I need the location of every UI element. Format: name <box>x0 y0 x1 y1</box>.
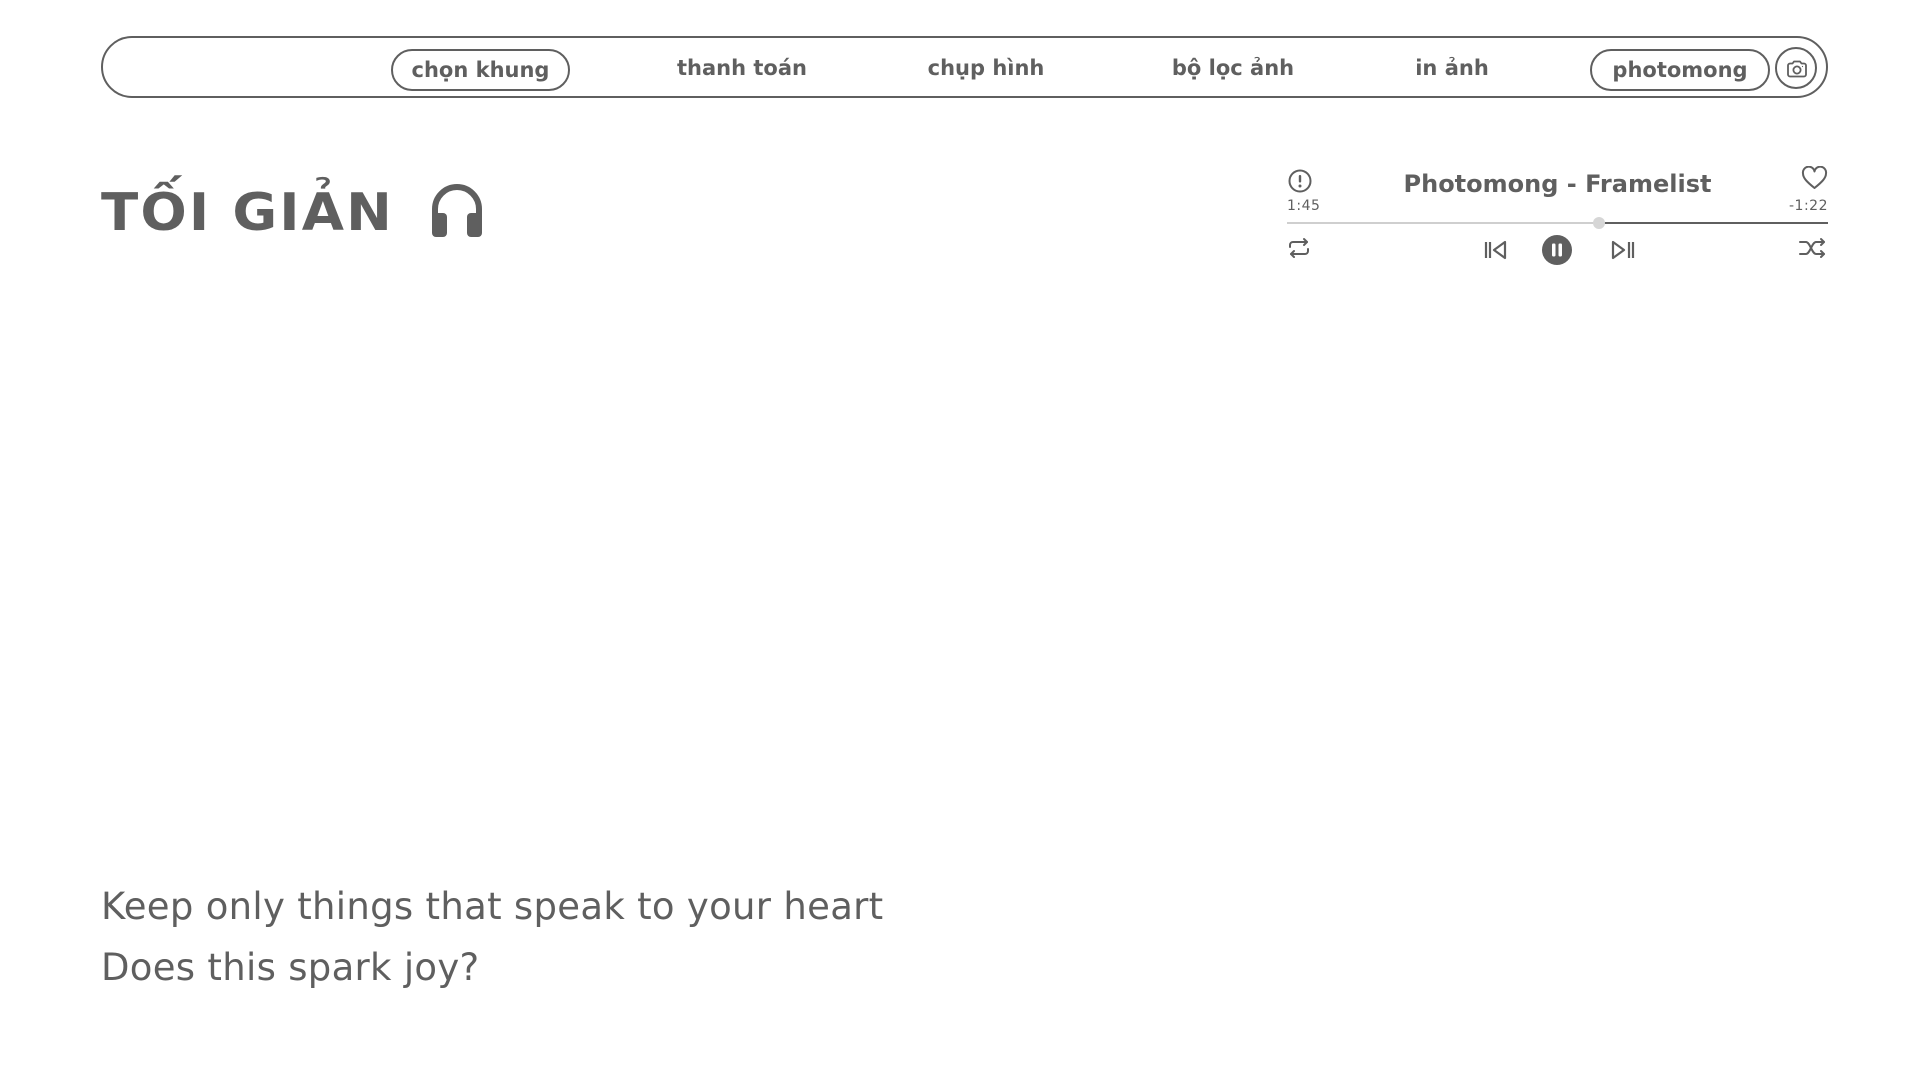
nav-brand-photomong[interactable]: photomong <box>1590 49 1770 91</box>
progress-bar[interactable] <box>1287 217 1828 229</box>
camera-button[interactable] <box>1775 47 1817 89</box>
quote-line-1: Keep only things that speak to your hear… <box>101 885 884 928</box>
nav-item-chup-hinh[interactable]: chụp hình <box>903 49 1069 91</box>
music-player: Photomong - Framelist 1:45 -1:22 <box>1287 160 1828 270</box>
elapsed-time: 1:45 <box>1287 198 1321 214</box>
progress-played <box>1287 222 1600 224</box>
nav-item-chon-khung[interactable]: chọn khung <box>391 49 570 91</box>
shuffle-icon[interactable] <box>1798 237 1828 259</box>
camera-icon <box>1787 60 1807 78</box>
remaining-time: -1:22 <box>1789 198 1828 214</box>
pause-icon[interactable] <box>1542 235 1572 265</box>
skip-back-icon[interactable] <box>1483 239 1509 261</box>
headphones-icon <box>432 184 482 237</box>
quote-line-2: Does this spark joy? <box>101 946 480 989</box>
nav-item-thanh-toan[interactable]: thanh toán <box>651 49 833 91</box>
page-title: TỐI GIẢN <box>101 183 394 243</box>
heart-icon[interactable] <box>1801 166 1828 191</box>
skip-forward-icon[interactable] <box>1610 239 1636 261</box>
nav-item-in-anh[interactable]: in ảnh <box>1393 49 1511 91</box>
progress-handle[interactable] <box>1593 217 1606 229</box>
nav-item-bo-loc-anh[interactable]: bộ lọc ảnh <box>1143 49 1323 91</box>
repeat-icon[interactable] <box>1287 237 1311 259</box>
track-title: Photomong - Framelist <box>1403 170 1712 198</box>
top-nav-bar: chọn khung thanh toán chụp hình bộ lọc ả… <box>101 36 1828 98</box>
